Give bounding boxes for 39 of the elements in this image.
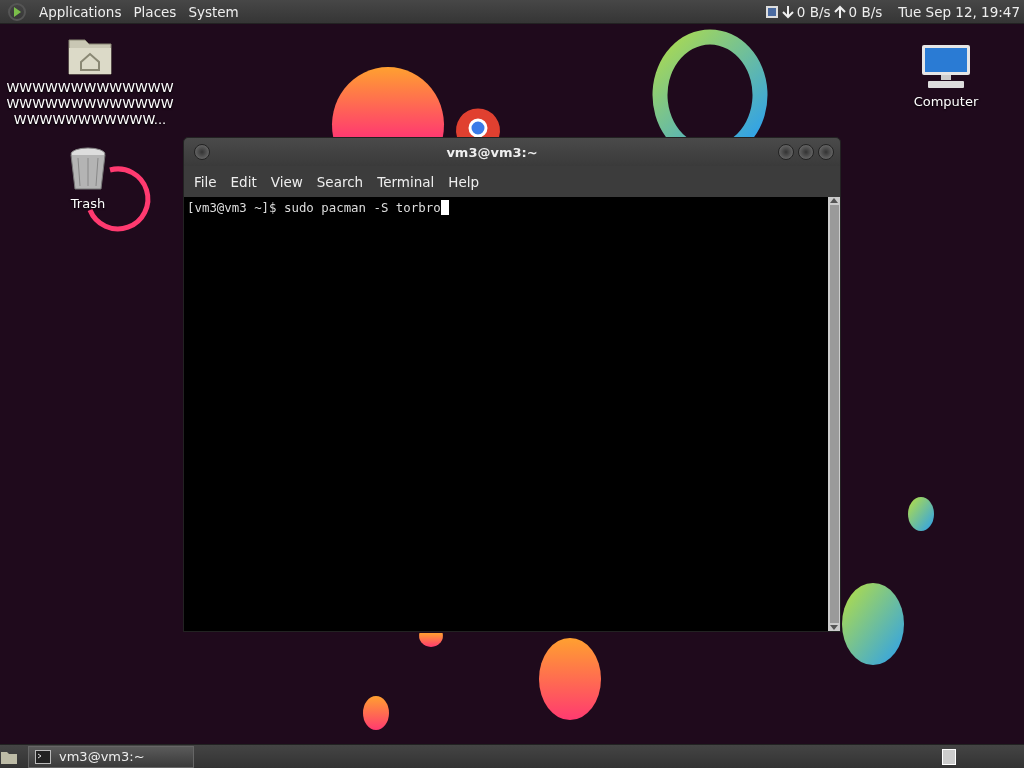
text-cursor: [440, 200, 449, 215]
maximize-button[interactable]: [798, 144, 814, 160]
menu-item[interactable]: Help: [442, 173, 488, 190]
scroll-down-icon[interactable]: [830, 625, 838, 631]
menu-item[interactable]: Terminal: [371, 173, 443, 190]
workspace-switcher[interactable]: [942, 748, 956, 765]
menu-item[interactable]: Search: [310, 173, 372, 190]
oval-drawing: [419, 633, 443, 647]
menu-item[interactable]: View: [264, 173, 311, 190]
menu-item[interactable]: Edit: [224, 173, 265, 190]
icon-label: Trash: [70, 196, 106, 212]
trash-can-icon[interactable]: [68, 146, 108, 192]
start-icon[interactable]: [7, 1, 27, 22]
clock[interactable]: Tue Sep 12, 19:47: [898, 3, 1020, 20]
icon-label: Computer: [913, 94, 979, 110]
home-folder-icon[interactable]: [67, 36, 113, 76]
panel-menu[interactable]: Places: [127, 3, 183, 20]
icon-label: WWWWWWWWWWWWW WWWWWWWWWWWWW WWWWWWWWWWW...: [6, 80, 174, 128]
taskbar-button[interactable]: vm3@vm3:~: [28, 745, 194, 768]
scrollbar[interactable]: [828, 197, 840, 631]
download-rate: 0 B/s: [796, 3, 831, 20]
oval-drawing: [908, 497, 934, 531]
download-arrow-icon: [780, 4, 795, 19]
minimize-button[interactable]: [778, 144, 794, 160]
upload-rate: 0 B/s: [848, 3, 883, 20]
network-icon[interactable]: [764, 4, 779, 19]
upload-arrow-icon: [832, 4, 847, 19]
panel-menu[interactable]: Applications: [33, 3, 128, 20]
round-logo-icon: [456, 108, 500, 138]
panel-menu[interactable]: System: [182, 3, 245, 20]
terminal-line: [vm3@vm3 ~]$ sudo pacman -S torbro: [187, 200, 441, 215]
menu-item[interactable]: File: [188, 173, 225, 190]
scroll-up-icon[interactable]: [830, 197, 838, 203]
oval-drawing: [363, 696, 389, 730]
window-menu-button[interactable]: [194, 144, 210, 160]
window-title: vm3@vm3:~: [445, 144, 539, 160]
terminal-icon: [35, 749, 51, 764]
close-button[interactable]: [818, 144, 834, 160]
computer-icon[interactable]: [920, 44, 972, 90]
